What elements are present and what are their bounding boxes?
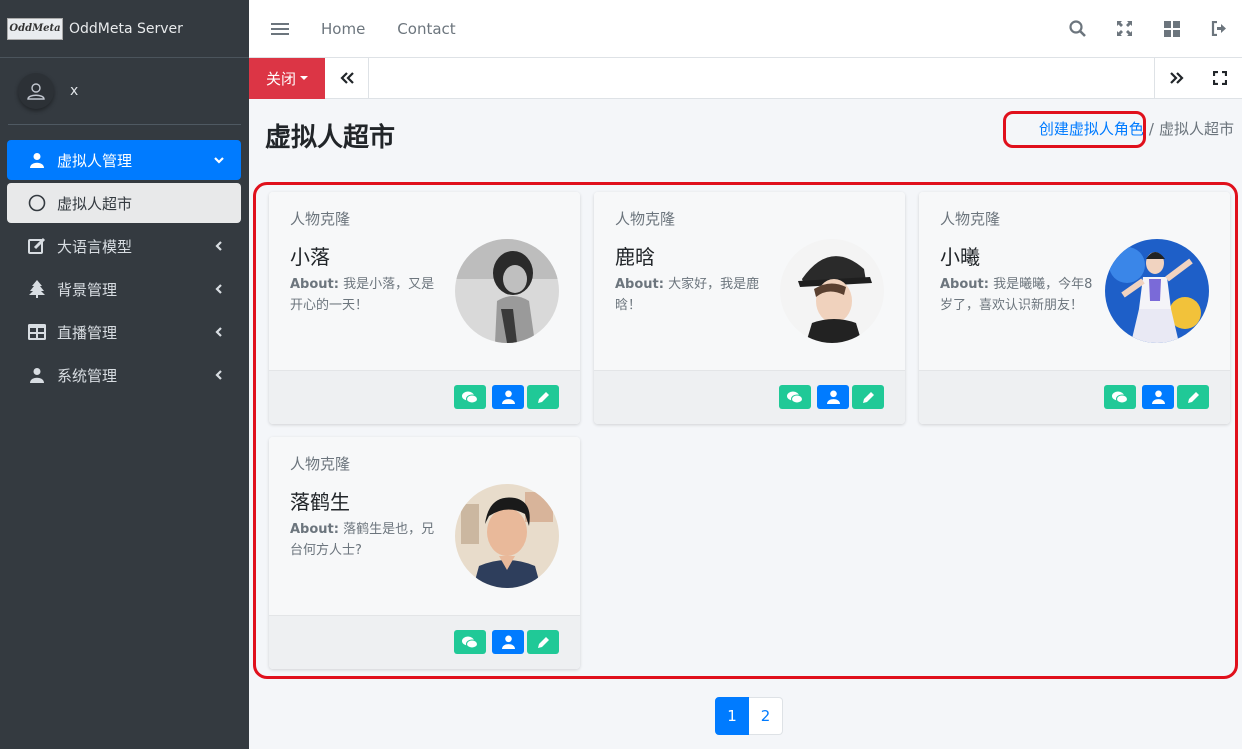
sidebar-item-live[interactable]: 直播管理 xyxy=(7,312,241,352)
brand-logo: OddMeta xyxy=(7,17,63,40)
grid-icon[interactable] xyxy=(1148,0,1195,58)
chevron-down-icon xyxy=(211,152,227,168)
page-title: 虚拟人超市 xyxy=(265,123,396,153)
menu-toggle-icon[interactable] xyxy=(271,20,289,38)
chevron-left-icon xyxy=(211,238,227,254)
nav-home-link[interactable]: Home xyxy=(321,20,365,38)
sidebar-item-system[interactable]: 系统管理 xyxy=(7,355,241,395)
tab-bar: 关闭 xyxy=(249,57,1242,99)
breadcrumb-current: 虚拟人超市 xyxy=(1158,120,1234,138)
sidebar-item-label: 虚拟人超市 xyxy=(57,194,133,213)
sidebar-item-label: 系统管理 xyxy=(57,366,118,385)
expand-icon[interactable] xyxy=(1101,0,1148,58)
caret-down-icon xyxy=(300,76,308,80)
sidebar-item-background[interactable]: 背景管理 xyxy=(7,269,241,309)
sidebar-item-virtual-human-market[interactable]: 虚拟人超市 xyxy=(7,183,241,223)
tree-icon xyxy=(27,279,47,299)
sidebar-item-label: 虚拟人管理 xyxy=(57,151,133,170)
sidebar-item-label: 背景管理 xyxy=(57,280,118,299)
sidebar-item-virtual-human-management[interactable]: 虚拟人管理 xyxy=(7,140,241,180)
scroll-left-button[interactable] xyxy=(325,57,369,99)
sidebar-item-label: 直播管理 xyxy=(57,323,118,342)
fullscreen-button[interactable] xyxy=(1198,58,1242,99)
circle-icon xyxy=(27,193,47,213)
sidebar: OddMeta OddMeta Server x 虚拟人管理 虚拟人超市 大语言… xyxy=(0,0,249,749)
chevron-left-icon xyxy=(211,324,227,340)
logout-icon[interactable] xyxy=(1195,0,1242,58)
sidebar-item-label: 大语言模型 xyxy=(57,237,133,256)
brand-name: OddMeta Server xyxy=(69,20,183,37)
close-tabs-button[interactable]: 关闭 xyxy=(249,57,325,99)
page-1-button[interactable]: 1 xyxy=(715,697,749,735)
annotation-highlight-link xyxy=(1003,111,1146,148)
chevron-left-icon xyxy=(211,281,227,297)
avatar[interactable] xyxy=(18,73,54,109)
user-name[interactable]: x xyxy=(70,83,78,99)
nav-contact-link[interactable]: Contact xyxy=(397,20,455,38)
user-icon xyxy=(27,150,47,170)
sidebar-item-llm[interactable]: 大语言模型 xyxy=(7,226,241,266)
scroll-right-button[interactable] xyxy=(1154,57,1198,99)
double-chevron-right-icon xyxy=(1169,72,1184,84)
user-outline-icon xyxy=(27,83,45,100)
double-chevron-left-icon xyxy=(339,72,354,84)
breadcrumb-separator: / xyxy=(1148,119,1154,138)
table-icon xyxy=(27,322,47,342)
user-icon xyxy=(27,365,47,385)
edit-icon xyxy=(27,236,47,256)
top-navbar: Home Contact xyxy=(249,0,1242,58)
chevron-left-icon xyxy=(211,367,227,383)
pagination: 1 2 xyxy=(715,697,783,735)
user-panel: x xyxy=(8,58,241,125)
search-icon[interactable] xyxy=(1054,0,1101,58)
fullscreen-icon xyxy=(1213,71,1227,85)
annotation-highlight-cards xyxy=(253,182,1238,679)
page-2-button[interactable]: 2 xyxy=(749,697,783,735)
close-tabs-label: 关闭 xyxy=(265,69,296,88)
brand[interactable]: OddMeta OddMeta Server xyxy=(0,0,249,58)
sidebar-nav: 虚拟人管理 虚拟人超市 大语言模型 背景管理 直播管理 系统管理 xyxy=(0,125,249,395)
